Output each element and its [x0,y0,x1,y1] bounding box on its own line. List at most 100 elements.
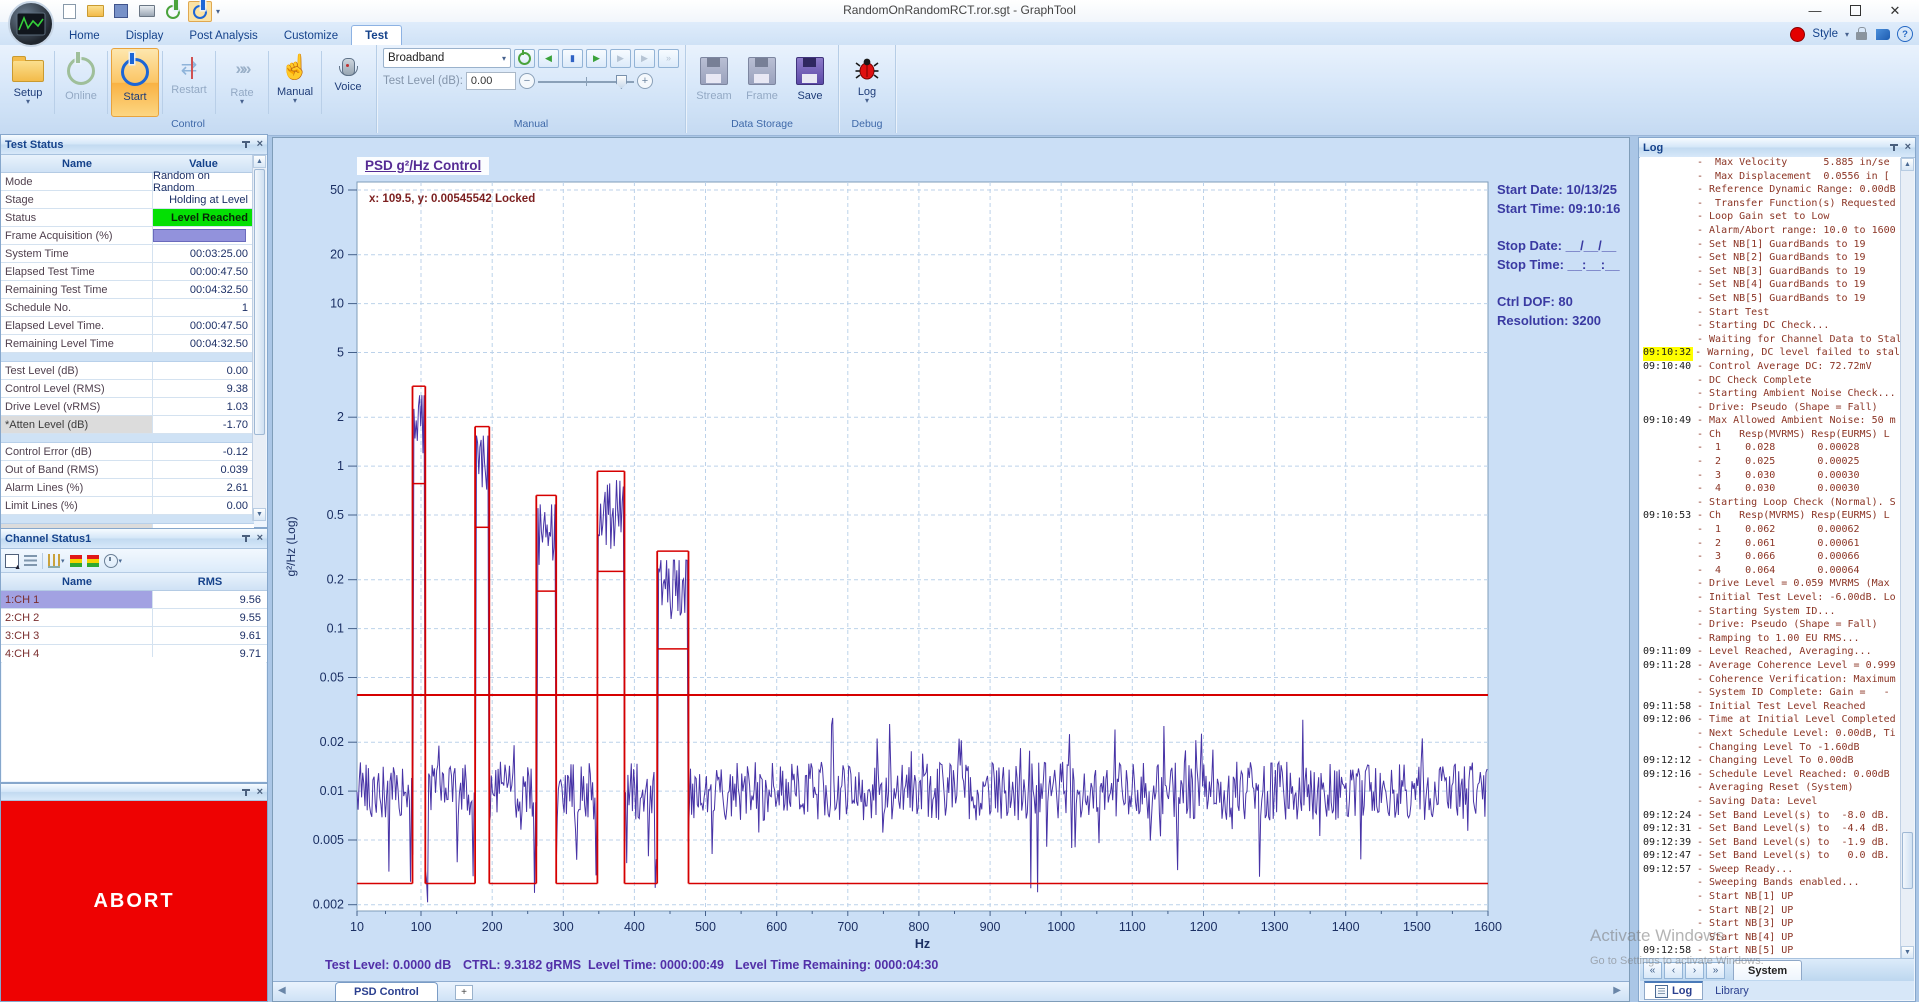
scroll-down-icon[interactable]: ▼ [253,508,266,521]
ribbon-tab-display[interactable]: Display [113,26,177,45]
clock-icon[interactable]: ▾ [104,554,123,568]
row-value: -1.70 [153,416,254,433]
log-scrollbar[interactable]: ▲ ▼ [1900,158,1914,959]
tab-library[interactable]: Library [1705,981,1759,1000]
svg-text:300: 300 [553,920,574,934]
log-line: - System ID Complete: Gain = - [1643,687,1901,701]
row-name: Remaining Level Time [1,335,153,352]
add-tab-button[interactable]: + [455,985,473,1000]
alarm-bars-icon[interactable] [70,555,82,567]
info-line: Start Time: 09:10:16 [1497,201,1620,220]
fast-forward-button[interactable]: ▶ [610,49,631,68]
pause-button[interactable]: ▮ [562,49,583,68]
svg-text:1300: 1300 [1261,920,1289,934]
ribbon-tab-customize[interactable]: Customize [271,26,351,45]
app-logo-icon[interactable] [8,1,54,47]
setup-button[interactable]: Setup▾ [5,48,51,117]
manual-button[interactable]: ☝Manual▾ [272,48,318,117]
start-toggle-icon[interactable] [188,1,212,22]
manual-book-icon[interactable] [1874,29,1890,40]
abort-button[interactable]: ABORT [1,801,267,1001]
signal-config-icon[interactable]: ▾ [48,554,65,568]
new-document-icon[interactable] [58,2,80,21]
step-back-button[interactable]: ◀ [538,49,559,68]
log-text: - Starting DC Check... [1697,320,1829,334]
alarm-bars-alt-icon[interactable] [87,555,99,567]
help-icon[interactable]: ? [1897,26,1913,42]
close-icon[interactable]: × [257,534,263,543]
channel-row[interactable]: 3:CH 39.61 [1,627,267,645]
log-line: 09:12:24- Set Band Level(s) to -8.0 dB. [1643,810,1901,824]
pin-icon[interactable] [242,140,251,149]
ribbon-tab-test[interactable]: Test [351,25,402,45]
voice-button[interactable]: Voice [325,48,371,117]
nav-next-button[interactable]: › [1685,962,1704,979]
power-small-button[interactable] [514,49,535,68]
log-lines: - Max Velocity 5.885 in/se- Max Displace… [1640,157,1901,959]
log-text: - Ch Resp(MVRMS) Resp(EURMS) L [1697,510,1890,524]
fast-forward3-button[interactable]: » [658,49,679,68]
online-toggle-icon[interactable] [162,2,184,21]
step-forward-button[interactable]: ▶ [586,49,607,68]
test-level-input[interactable]: 0.00 [466,72,516,90]
nav-last-button[interactable]: » [1706,962,1725,979]
svg-text:500: 500 [695,920,716,934]
svg-text:0.01: 0.01 [320,784,344,798]
maximize-button[interactable] [1835,0,1875,21]
fast-forward2-button[interactable]: ▶ [634,49,655,68]
slider-thumb[interactable] [616,75,627,89]
list-view-icon[interactable] [24,555,37,566]
status-item: Level Time Remaining: 0000:04:30 [735,958,938,972]
close-button[interactable]: ✕ [1875,0,1915,21]
open-folder-icon[interactable] [84,2,106,21]
lock-icon[interactable] [1856,32,1867,40]
close-icon[interactable]: × [257,140,263,149]
info-line: Resolution: 3200 [1497,313,1620,332]
channel-row[interactable]: 1:CH 19.56 [1,591,267,609]
minimize-button[interactable]: — [1795,0,1835,21]
close-icon[interactable]: × [1905,143,1911,152]
qat-customize-icon[interactable]: ▾ [216,7,220,16]
nav-prev-button[interactable]: ‹ [1664,962,1683,979]
ribbon-tab-post-analysis[interactable]: Post Analysis [176,26,270,45]
ribbon-tab-home[interactable]: Home [56,26,113,45]
pin-icon[interactable] [242,534,251,543]
tab-log[interactable]: Log [1644,981,1703,1000]
style-menu[interactable]: Style [1812,28,1838,40]
tab-scroll-left-icon[interactable]: ◀ [278,985,286,996]
increase-level-button[interactable]: + [637,73,653,89]
close-icon[interactable]: × [257,788,263,797]
print-icon[interactable] [136,2,158,21]
tab-psd-control[interactable]: PSD Control [335,982,438,1001]
table-row: Control Level (RMS)9.38 [1,380,254,398]
info-gap [1497,220,1620,238]
frame-button: Frame [739,48,785,117]
channel-row[interactable]: 2:CH 29.55 [1,609,267,627]
log-line: - Alarm/Abort range: 10.0 to 1600 [1643,225,1901,239]
log-button[interactable]: Log▾ [844,48,890,117]
decrease-level-button[interactable]: − [519,73,535,89]
log-text: - 1 0.028 0.00028 [1697,442,1860,456]
broadband-dropdown[interactable]: Broadband▾ [383,48,511,68]
log-timestamp [1643,211,1697,225]
nav-first-button[interactable]: « [1643,962,1662,979]
start-button[interactable]: Start [111,48,159,117]
log-timestamp: 09:12:31 [1643,823,1697,837]
save-icon[interactable] [110,2,132,21]
style-dropdown-icon[interactable]: ▾ [1845,30,1849,39]
tab-scroll-right-icon[interactable]: ▶ [1613,985,1621,996]
pin-icon[interactable] [1890,143,1899,152]
select-channels-icon[interactable] [5,554,19,568]
scroll-up-icon[interactable]: ▲ [1901,158,1914,171]
log-text: - Max Velocity 5.885 in/se [1697,157,1890,171]
scroll-up-icon[interactable]: ▲ [253,155,266,168]
row-name: Status [1,209,153,226]
level-slider[interactable] [538,74,634,88]
tab-system[interactable]: System [1733,960,1802,980]
test-status-scrollbar[interactable]: ▲ ▼ [252,155,266,521]
psd-plot[interactable]: 5020105210.50.20.10.050.020.010.0050.002… [273,138,1629,952]
log-line: - Start NB[3] UP [1643,918,1901,932]
pin-icon[interactable] [242,788,251,797]
svg-text:200: 200 [482,920,503,934]
save-button[interactable]: Save [787,48,833,117]
